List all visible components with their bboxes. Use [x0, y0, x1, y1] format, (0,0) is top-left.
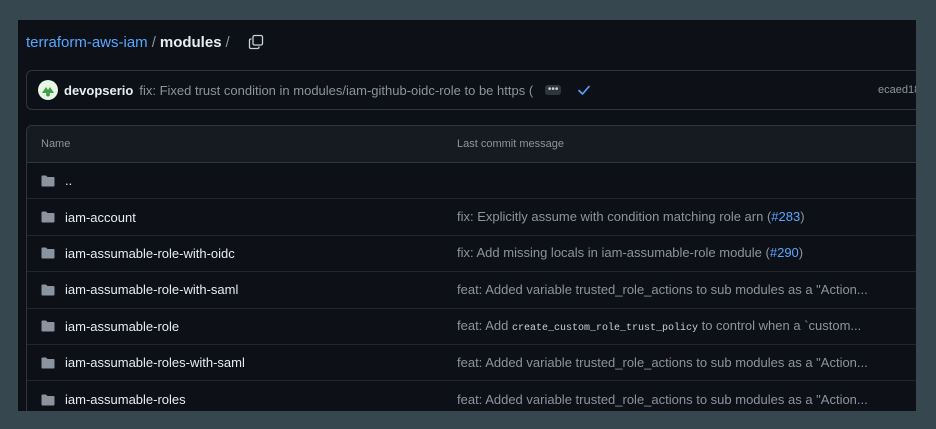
copy-path-button[interactable] [248, 34, 264, 50]
folder-icon [41, 284, 55, 296]
commit-message-text: fix: Add missing locals in iam-assumable… [457, 245, 770, 261]
folder-icon [41, 394, 55, 406]
commit-message-cell[interactable]: fix: Explicitly assume with condition ma… [457, 209, 805, 225]
file-name-cell: iam-assumable-role [41, 319, 179, 334]
commit-message[interactable]: fix: Fixed trust condition in modules/ia… [139, 83, 533, 98]
commit-message-tail: ) [800, 209, 805, 225]
commit-message-tail: ) [798, 245, 804, 261]
header-last-commit-message: Last commit message [457, 138, 564, 150]
breadcrumb-current-directory: modules [159, 33, 222, 51]
header-name: Name [41, 138, 71, 150]
commit-message-text: feat: Added variable trusted_role_action… [457, 354, 868, 370]
commit-message-cell[interactable]: fix: Add missing locals in iam-assumable… [457, 245, 803, 261]
folder-icon [41, 211, 55, 223]
file-name-cell: iam-assumable-roles-with-saml [41, 355, 245, 370]
commit-message-tail: to control when a `custom... [697, 318, 862, 334]
commit-message-cell[interactable]: feat: Add create_custom_role_trust_polic… [457, 318, 861, 334]
commit-message-cell[interactable]: feat: Added variable trusted_role_action… [457, 392, 868, 408]
folder-icon [41, 357, 55, 369]
file-name[interactable]: iam-assumable-role-with-oidc [65, 246, 235, 261]
table-row[interactable]: .. [27, 163, 916, 200]
pull-request-link[interactable]: #283 [771, 209, 800, 224]
folder-icon [41, 320, 55, 332]
table-rows: .. iam-account fix: Explicitly assume wi… [27, 163, 916, 411]
commit-message-text: feat: Added variable trusted_role_action… [457, 281, 868, 297]
file-name[interactable]: iam-assumable-role [65, 319, 179, 334]
table-row[interactable]: iam-account fix: Explicitly assume with … [27, 199, 916, 236]
avatar-icon [38, 80, 58, 100]
latest-commit-bar: devopserio fix: Fixed trust condition in… [26, 70, 916, 110]
file-name[interactable]: .. [65, 173, 72, 188]
file-name-cell: .. [41, 173, 72, 188]
commit-author[interactable]: devopserio [64, 83, 133, 98]
table-header: Name Last commit message [27, 126, 916, 163]
file-table: Name Last commit message .. iam-account [26, 125, 916, 411]
table-row[interactable]: iam-assumable-roles-with-saml feat: Adde… [27, 345, 916, 382]
ellipsis-icon: ••• [547, 84, 559, 95]
file-name[interactable]: iam-assumable-roles-with-saml [65, 355, 245, 370]
file-name-cell: iam-assumable-roles [41, 392, 186, 407]
table-row[interactable]: iam-assumable-role-with-saml feat: Added… [27, 272, 916, 309]
commit-sha-link[interactable]: ecaed18 [878, 84, 916, 96]
breadcrumb-separator: / [151, 33, 156, 51]
check-icon [578, 85, 590, 95]
pull-request-link[interactable]: #290 [770, 245, 799, 260]
file-name[interactable]: iam-assumable-roles [65, 392, 186, 407]
commit-message-cell[interactable]: feat: Added variable trusted_role_action… [457, 355, 868, 371]
commit-message-text: feat: Add [457, 318, 512, 334]
table-row[interactable]: iam-assumable-role-with-oidc fix: Add mi… [27, 236, 916, 273]
repo-file-browser: terraform-aws-iam / modules / devopserio… [18, 20, 916, 411]
breadcrumb-trailing-separator: / [225, 33, 230, 51]
commit-message-text: fix: Explicitly assume with condition ma… [457, 209, 772, 225]
commit-message-code: create_custom_role_trust_policy [511, 323, 698, 335]
table-row[interactable]: iam-assumable-role feat: Add create_cust… [27, 309, 916, 345]
commit-status-button[interactable] [577, 83, 591, 97]
table-row[interactable]: iam-assumable-roles feat: Added variable… [27, 381, 916, 411]
commit-message-text: feat: Added variable trusted_role_action… [457, 391, 868, 407]
expand-commit-message-button[interactable]: ••• [545, 84, 562, 95]
folder-icon [41, 175, 55, 187]
copy-icon [248, 34, 263, 50]
file-name[interactable]: iam-assumable-role-with-saml [65, 282, 238, 297]
breadcrumb: terraform-aws-iam / modules / [26, 30, 264, 54]
file-name-cell: iam-account [41, 210, 136, 225]
author-avatar[interactable] [38, 80, 58, 100]
breadcrumb-repo-link[interactable]: terraform-aws-iam [26, 34, 148, 51]
file-name[interactable]: iam-account [65, 210, 136, 225]
file-name-cell: iam-assumable-role-with-oidc [41, 246, 235, 261]
commit-message-cell[interactable]: feat: Added variable trusted_role_action… [457, 282, 868, 298]
folder-icon [41, 247, 55, 259]
file-name-cell: iam-assumable-role-with-saml [41, 282, 238, 297]
